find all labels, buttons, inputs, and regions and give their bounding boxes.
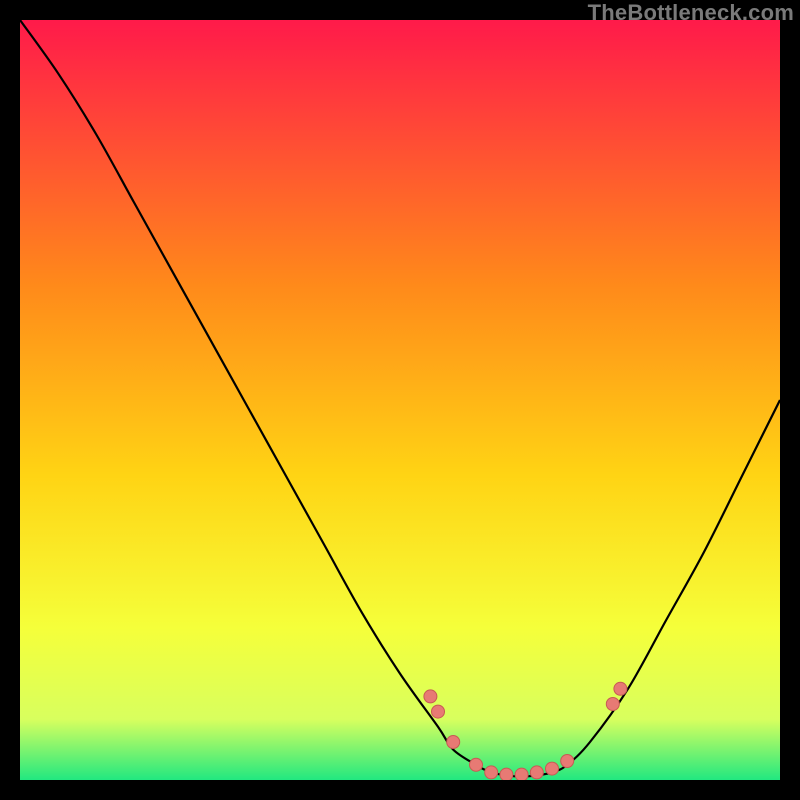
marker-point [485,766,498,779]
marker-point [561,755,574,768]
chart-frame [20,20,780,780]
marker-point [530,766,543,779]
marker-point [470,758,483,771]
marker-point [515,768,528,780]
chart-background [20,20,780,780]
marker-point [432,705,445,718]
marker-point [546,762,559,775]
marker-point [614,682,627,695]
marker-point [500,768,513,780]
marker-point [447,736,460,749]
watermark-text: TheBottleneck.com [588,0,794,26]
marker-point [606,698,619,711]
bottleneck-chart [20,20,780,780]
marker-point [424,690,437,703]
